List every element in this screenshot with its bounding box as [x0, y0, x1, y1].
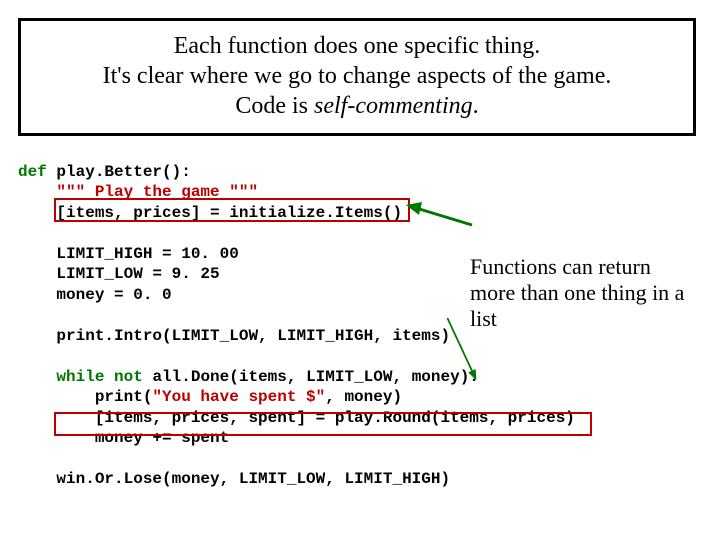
code-l7: print.Intro(LIMIT_LOW, LIMIT_HIGH, items… [18, 327, 450, 345]
arrow-icon-top [404, 200, 474, 228]
code-blank-1 [18, 224, 28, 242]
kw-not: not [114, 368, 143, 386]
code-l8-rest: all.Done(items, LIMIT_LOW, money): [143, 368, 479, 386]
code-l8-sp [104, 368, 114, 386]
code-blank-3 [18, 347, 28, 365]
code-l1-rest: play.Better(): [47, 163, 191, 181]
code-l4: LIMIT_HIGH = 10. 00 [18, 245, 239, 263]
title-line-2: It's clear where we go to change aspects… [33, 61, 681, 91]
code-l9-str: "You have spent $" [152, 388, 325, 406]
title-line-3: Code is self-commenting. [33, 91, 681, 121]
title-line-3-post: . [473, 93, 479, 119]
code-l5: LIMIT_LOW = 9. 25 [18, 265, 220, 283]
code-l9-post: , money) [325, 388, 402, 406]
code-l6: money = 0. 0 [18, 286, 172, 304]
kw-def: def [18, 163, 47, 181]
title-line-3-italic: self-commenting [314, 93, 473, 119]
code-blank-4 [18, 450, 28, 468]
kw-while: while [56, 368, 104, 386]
code-l8-pre [18, 368, 56, 386]
title-line-1: Each function does one specific thing. [33, 31, 681, 61]
slide: Each function does one specific thing. I… [0, 0, 720, 540]
side-note: Functions can return more than one thing… [470, 254, 695, 332]
code-blank-2 [18, 306, 28, 324]
highlight-box-playround [54, 412, 592, 436]
code-l12: win.Or.Lose(money, LIMIT_LOW, LIMIT_HIGH… [18, 470, 450, 488]
title-box: Each function does one specific thing. I… [18, 18, 696, 136]
code-l9-pre: print( [18, 388, 152, 406]
title-line-3-pre: Code is [235, 93, 314, 119]
highlight-box-initialize [54, 198, 410, 222]
